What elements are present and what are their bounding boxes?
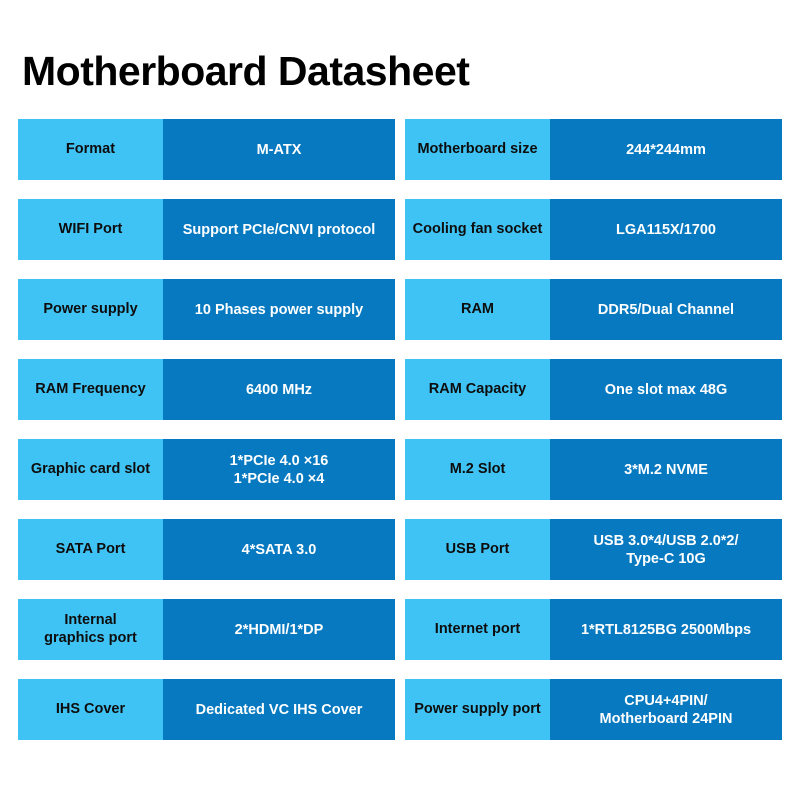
spec-row-m2-slot: M.2 Slot 3*M.2 NVME [405,439,782,501]
spec-column-right: Motherboard size 244*244mm Cooling fan s… [405,119,782,741]
spec-value-sata-port: 4*SATA 3.0 [163,519,395,581]
spec-value-ihs-cover: Dedicated VC IHS Cover [163,679,395,741]
spec-row-ram-frequency: RAM Frequency 6400 MHz [18,359,395,421]
spec-row-graphic-card-slot: Graphic card slot 1*PCIe 4.0 ×16 1*PCIe … [18,439,395,501]
datasheet-page: Motherboard Datasheet Format M-ATX WIFI … [0,0,800,800]
spec-label-format: Format [18,119,163,181]
page-title: Motherboard Datasheet [22,48,470,94]
spec-label-cooling-fan-socket: Cooling fan socket [405,199,550,261]
spec-value-usb-port: USB 3.0*4/USB 2.0*2/ Type-C 10G [550,519,782,581]
spec-value-internal-graphics-port: 2*HDMI/1*DP [163,599,395,661]
spec-value-wifi-port: Support PCIe/CNVI protocol [163,199,395,261]
spec-row-sata-port: SATA Port 4*SATA 3.0 [18,519,395,581]
spec-value-graphic-card-slot: 1*PCIe 4.0 ×16 1*PCIe 4.0 ×4 [163,439,395,501]
spec-label-usb-port: USB Port [405,519,550,581]
spec-value-line-2: Motherboard 24PIN [599,710,733,727]
spec-row-ihs-cover: IHS Cover Dedicated VC IHS Cover [18,679,395,741]
spec-value-internet-port: 1*RTL8125BG 2500Mbps [550,599,782,661]
spec-label-ram: RAM [405,279,550,341]
spec-value-line-1: CPU4+4PIN/ [624,692,708,709]
spec-value-ram-capacity: One slot max 48G [550,359,782,421]
spec-label-ram-frequency: RAM Frequency [18,359,163,421]
spec-value-line-1: USB 3.0*4/USB 2.0*2/ [593,532,739,549]
spec-column-left: Format M-ATX WIFI Port Support PCIe/CNVI… [18,119,395,741]
spec-label-sata-port: SATA Port [18,519,163,581]
spec-row-ram: RAM DDR5/Dual Channel [405,279,782,341]
specification-table: Format M-ATX WIFI Port Support PCIe/CNVI… [18,119,782,741]
spec-label-internal-graphics-port: Internal graphics port [18,599,163,661]
spec-label-m2-slot: M.2 Slot [405,439,550,501]
spec-value-line-1: 1*PCIe 4.0 ×16 [229,452,329,469]
spec-row-power-supply: Power supply 10 Phases power supply [18,279,395,341]
spec-row-motherboard-size: Motherboard size 244*244mm [405,119,782,181]
spec-label-motherboard-size: Motherboard size [405,119,550,181]
spec-value-line-2: 1*PCIe 4.0 ×4 [233,470,325,487]
spec-value-power-supply-port: CPU4+4PIN/ Motherboard 24PIN [550,679,782,741]
spec-row-wifi-port: WIFI Port Support PCIe/CNVI protocol [18,199,395,261]
spec-label-power-supply: Power supply [18,279,163,341]
spec-label-power-supply-port: Power supply port [405,679,550,741]
spec-label-line-1: Internal [64,611,117,628]
spec-row-usb-port: USB Port USB 3.0*4/USB 2.0*2/ Type-C 10G [405,519,782,581]
spec-label-internet-port: Internet port [405,599,550,661]
spec-row-cooling-fan-socket: Cooling fan socket LGA115X/1700 [405,199,782,261]
spec-value-ram-frequency: 6400 MHz [163,359,395,421]
spec-row-internal-graphics-port: Internal graphics port 2*HDMI/1*DP [18,599,395,661]
spec-label-wifi-port: WIFI Port [18,199,163,261]
spec-row-ram-capacity: RAM Capacity One slot max 48G [405,359,782,421]
spec-value-line-2: Type-C 10G [626,550,706,567]
spec-value-format: M-ATX [163,119,395,181]
spec-value-ram: DDR5/Dual Channel [550,279,782,341]
spec-label-ram-capacity: RAM Capacity [405,359,550,421]
spec-label-line-2: graphics port [44,629,137,646]
spec-label-graphic-card-slot: Graphic card slot [18,439,163,501]
spec-value-cooling-fan-socket: LGA115X/1700 [550,199,782,261]
spec-label-ihs-cover: IHS Cover [18,679,163,741]
spec-value-motherboard-size: 244*244mm [550,119,782,181]
spec-value-power-supply: 10 Phases power supply [163,279,395,341]
spec-value-m2-slot: 3*M.2 NVME [550,439,782,501]
spec-row-power-supply-port: Power supply port CPU4+4PIN/ Motherboard… [405,679,782,741]
spec-row-internet-port: Internet port 1*RTL8125BG 2500Mbps [405,599,782,661]
spec-row-format: Format M-ATX [18,119,395,181]
